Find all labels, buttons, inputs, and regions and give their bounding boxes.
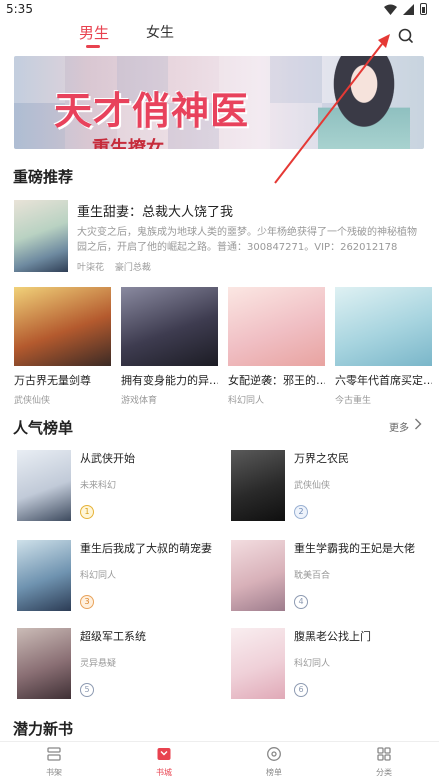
chevron-right-icon[interactable] bbox=[414, 418, 422, 430]
section-title-recommend: 重磅推荐 bbox=[13, 168, 74, 186]
ranking-cover bbox=[17, 450, 71, 521]
featured-book-description: 大灾变之后，鬼族成为地球人类的噩梦。少年杨绝获得了一个残破的神秘植物园之后，开启… bbox=[77, 227, 417, 253]
gender-tabs: 男生 女生 bbox=[0, 20, 439, 50]
battery-icon bbox=[420, 3, 427, 15]
ranking-item[interactable]: 超级军工系统 灵异悬疑 5 bbox=[14, 628, 214, 704]
tab-ranking[interactable]: 榜单 bbox=[244, 746, 304, 778]
compass-icon bbox=[267, 747, 281, 761]
signal-icon bbox=[403, 3, 414, 15]
ranking-title: 超级军工系统 bbox=[80, 630, 146, 643]
tab-category-label: 分类 bbox=[376, 768, 392, 777]
book-category: 武侠仙侠 bbox=[14, 396, 51, 406]
tab-male[interactable]: 男生 bbox=[79, 22, 109, 43]
more-link[interactable]: 更多 bbox=[389, 419, 409, 434]
banner-title: 天才俏神医 bbox=[54, 88, 250, 133]
tab-bookshelf-label: 书架 bbox=[46, 768, 62, 777]
status-time: 5:35 bbox=[6, 2, 33, 16]
ranking-title: 腹黑老公找上门 bbox=[294, 630, 371, 643]
book-cover bbox=[121, 287, 218, 366]
tab-ranking-label: 榜单 bbox=[266, 768, 282, 777]
ranking-item[interactable]: 万界之农民 武侠仙侠 2 bbox=[228, 450, 428, 526]
ranking-category: 武侠仙侠 bbox=[294, 481, 331, 491]
book-cover bbox=[14, 287, 111, 366]
ranking-title: 万界之农民 bbox=[294, 452, 349, 465]
ranking-category: 灵异悬疑 bbox=[80, 659, 117, 669]
ranking-category: 科幻同人 bbox=[80, 571, 117, 581]
book-title: 拥有变身能力的异… bbox=[121, 374, 218, 387]
featured-book[interactable]: 重生甜妻：总裁大人饶了我 大灾变之后，鬼族成为地球人类的噩梦。少年杨绝获得了一个… bbox=[14, 200, 426, 274]
book-title: 万古界无量剑尊 bbox=[14, 374, 91, 387]
book-category: 科幻同人 bbox=[228, 396, 265, 406]
tab-category[interactable]: 分类 bbox=[354, 746, 414, 778]
bottom-tab-bar: 书架 书城 榜单 分类 bbox=[0, 741, 439, 780]
rank-medal-badge: 3 bbox=[80, 595, 94, 609]
book-title: 女配逆袭：邪王的… bbox=[228, 374, 325, 387]
ranking-item[interactable]: 重生学霸我的王妃是大佬 耽美百合 4 bbox=[228, 540, 428, 616]
ranking-cover bbox=[231, 450, 285, 521]
book-cover bbox=[228, 287, 325, 366]
featured-book-meta: 叶柒花 豪门总裁 bbox=[77, 260, 159, 273]
book-card[interactable]: 拥有变身能力的异… 游戏体育 bbox=[121, 287, 218, 406]
featured-book-cover bbox=[14, 200, 68, 272]
book-title: 六零年代首席买定… bbox=[335, 374, 432, 387]
wifi-icon bbox=[384, 4, 397, 15]
tab-bookshelf[interactable]: 书架 bbox=[24, 746, 84, 778]
ranking-category: 未来科幻 bbox=[80, 481, 117, 491]
ranking-item[interactable]: 腹黑老公找上门 科幻同人 6 bbox=[228, 628, 428, 704]
tab-bookstore-label: 书城 bbox=[156, 768, 172, 777]
ranking-category: 科幻同人 bbox=[294, 659, 331, 669]
book-card[interactable]: 女配逆袭：邪王的… 科幻同人 bbox=[228, 287, 325, 406]
section-title-new-books: 潜力新书 bbox=[13, 720, 74, 738]
ranking-category: 耽美百合 bbox=[294, 571, 331, 581]
ranking-cover bbox=[231, 628, 285, 699]
ranking-item[interactable]: 从武侠开始 未来科幻 1 bbox=[14, 450, 214, 526]
book-cover bbox=[335, 287, 432, 366]
book-category: 今古重生 bbox=[335, 396, 372, 406]
ranking-title: 从武侠开始 bbox=[80, 452, 135, 465]
tab-female[interactable]: 女生 bbox=[146, 22, 174, 42]
status-bar: 5:35 bbox=[0, 0, 439, 18]
active-tab-indicator bbox=[86, 45, 100, 48]
book-card[interactable]: 六零年代首席买定… 今古重生 bbox=[335, 287, 432, 406]
tab-bookstore[interactable]: 书城 bbox=[134, 746, 194, 778]
section-title-popular: 人气榜单 bbox=[13, 419, 74, 437]
rank-medal-badge: 1 bbox=[80, 505, 94, 519]
bookshelf-icon bbox=[47, 747, 61, 761]
ranking-cover bbox=[231, 540, 285, 611]
banner-illustration bbox=[318, 56, 410, 149]
rank-number-badge: 5 bbox=[80, 683, 94, 697]
ranking-item[interactable]: 重生后我成了大叔的萌宠妻 科幻同人 3 bbox=[14, 540, 214, 616]
grid-icon bbox=[377, 747, 391, 761]
banner-subtitle: 重生撩女 bbox=[92, 138, 164, 149]
ranking-title: 重生后我成了大叔的萌宠妻 bbox=[80, 542, 212, 555]
featured-book-author: 叶柒花 bbox=[77, 263, 105, 273]
recommend-book-row: 万古界无量剑尊 武侠仙侠 拥有变身能力的异… 游戏体育 女配逆袭：邪王的… 科幻… bbox=[14, 287, 432, 406]
search-icon[interactable] bbox=[396, 26, 416, 46]
featured-book-title: 重生甜妻：总裁大人饶了我 bbox=[77, 205, 234, 220]
ranking-title: 重生学霸我的王妃是大佬 bbox=[294, 542, 415, 555]
ranking-cover bbox=[17, 540, 71, 611]
rank-number-badge: 4 bbox=[294, 595, 308, 609]
promo-banner[interactable]: 天才俏神医 重生撩女 bbox=[14, 56, 424, 149]
ranking-cover bbox=[17, 628, 71, 699]
book-card[interactable]: 万古界无量剑尊 武侠仙侠 bbox=[14, 287, 111, 406]
featured-book-category: 豪门总裁 bbox=[114, 263, 151, 273]
book-category: 游戏体育 bbox=[121, 396, 158, 406]
rank-medal-badge: 2 bbox=[294, 505, 308, 519]
bookstore-icon bbox=[157, 748, 171, 760]
status-icons bbox=[384, 3, 427, 15]
rank-number-badge: 6 bbox=[294, 683, 308, 697]
